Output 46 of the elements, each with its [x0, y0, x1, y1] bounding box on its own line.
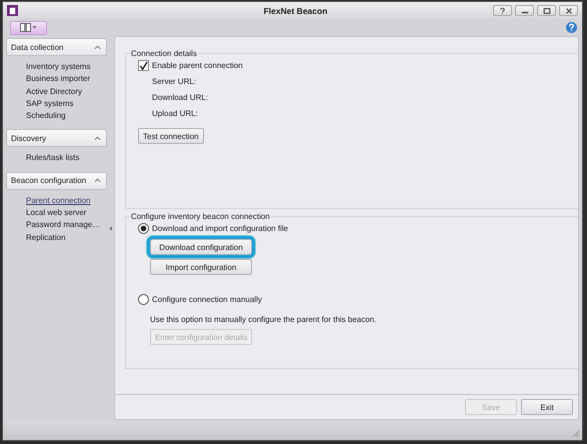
radio-button[interactable]	[138, 294, 149, 305]
resize-grip-icon[interactable]	[572, 430, 580, 438]
panel-layout-icon	[20, 23, 38, 32]
section-header[interactable]: Data collection	[6, 38, 107, 56]
sidebar-item[interactable]: Password manage…	[26, 219, 107, 232]
sidebar-item[interactable]: Scheduling	[26, 110, 107, 122]
field-label: Server URL:	[152, 77, 196, 87]
checkbox-label: Enable parent connection	[152, 61, 243, 70]
sidebar-item[interactable]: Replication	[26, 232, 107, 244]
description-text: Use this option to manually configure the parent for this beacon.	[150, 315, 376, 324]
group-title: Connection details	[130, 49, 198, 58]
help-button[interactable]	[493, 5, 512, 16]
section-title: Beacon configuration	[11, 176, 86, 186]
sidebar-item[interactable]: Rules/task lists	[26, 152, 107, 165]
sidebar-item[interactable]: Active Directory	[26, 86, 107, 98]
layout-menu-button[interactable]	[10, 20, 47, 34]
section-title: Data collection	[11, 42, 64, 52]
field-label: Download URL:	[152, 93, 208, 103]
app-icon	[7, 5, 18, 16]
footer-button[interactable]: Exit	[521, 399, 573, 415]
radio-label: Configure connection manually	[152, 295, 262, 304]
section-title: Discovery	[11, 134, 46, 143]
sidebar-item[interactable]: SAP systems	[26, 98, 107, 110]
radio-label: Download and import configuration file	[152, 224, 288, 233]
sidebar-item[interactable]: Business importer	[26, 73, 107, 86]
close-button[interactable]	[559, 5, 578, 16]
sidebar-item[interactable]: Local web server	[26, 207, 107, 220]
section-header[interactable]: Beacon configuration	[6, 172, 107, 190]
configuration-button[interactable]: Import configuration	[150, 259, 252, 275]
checkmark-icon	[139, 60, 148, 70]
group-title: Configure inventory beacon connection	[130, 212, 271, 221]
checkbox[interactable]	[138, 60, 149, 71]
question-mark-icon	[499, 6, 506, 14]
test-connection-button[interactable]: Test connection	[138, 128, 204, 144]
close-icon	[564, 6, 572, 14]
window-title: FlexNet Beacon	[262, 6, 328, 16]
field-label: Upload URL:	[152, 109, 198, 119]
sidebar-item[interactable]: Parent connection	[26, 194, 107, 208]
sidebar-item[interactable]: Inventory systems	[26, 61, 107, 74]
radio-button[interactable]	[138, 223, 149, 234]
section-header[interactable]: Discovery	[6, 129, 107, 148]
collapse-arrow-icon[interactable]	[109, 226, 112, 230]
help-icon[interactable]	[566, 22, 577, 33]
maximize-icon	[542, 6, 550, 14]
minimize-button[interactable]	[515, 5, 534, 16]
maximize-button[interactable]	[537, 5, 556, 16]
